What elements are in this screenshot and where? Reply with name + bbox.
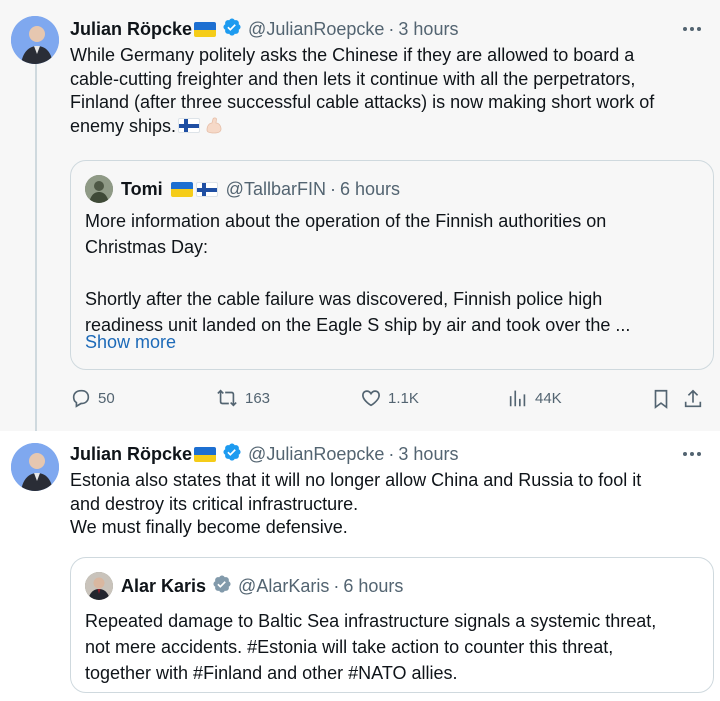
verified-gray-badge-icon [212,574,232,599]
ukraine-flag-icon [194,447,217,462]
repost-button[interactable]: 163 [215,387,270,409]
reply-button[interactable]: 50 [70,387,115,409]
quote-text-line: together with #Finland and other #NATO a… [85,663,458,683]
quote-header: Tomi @TallbarFIN · 6 hours [85,175,400,203]
quote-text-line: Christmas Day: [85,237,209,257]
quote-text-line [85,260,705,286]
repost-count: 163 [245,389,271,407]
action-bar: 50 163 1.1K 44K [70,387,710,413]
quote-text-line: Repeated damage to Baltic Sea infrastruc… [85,611,657,631]
avatar[interactable] [11,443,59,491]
avatar[interactable] [11,16,59,64]
quote-header: Alar Karis @AlarKaris · 6 hours [85,572,403,600]
quote-text-line: Shortly after the cable failure was disc… [85,289,603,309]
tweet-text-line: and destroy its critical infrastructure. [70,493,359,514]
tweet-2[interactable]: Julian Röpcke @JulianRoepcke · 3 hours E… [0,431,720,701]
ukraine-flag-icon [194,22,217,37]
reply-count: 50 [98,389,115,407]
flexed-biceps-icon [204,115,224,142]
quote-author-name: Alar Karis [121,575,207,596]
separator-dot: · [388,444,395,464]
view-count: 44K [535,389,562,407]
tweet-text-line: We must finally become defensive. [70,517,348,537]
verified-badge-icon[interactable] [222,17,242,42]
ukraine-flag-icon [170,181,193,197]
tweet-text: Estonia also states that it will no long… [70,469,710,540]
reply-icon [72,389,90,408]
tweet-text-line: While Germany politely asks the Chinese … [70,45,635,65]
thread-connector-line [35,64,37,431]
tweet-header: Julian Röpcke @JulianRoepcke · 3 hours [70,442,458,467]
bookmark-icon[interactable] [650,387,672,416]
author-handle[interactable]: @JulianRoepcke [248,19,384,40]
quote-author-name: Tomi [121,178,163,199]
more-options-icon[interactable] [680,17,704,41]
quote-text: More information about the operation of … [85,208,705,338]
tweet-text-line: enemy ships. [70,115,177,136]
tweet-header: Julian Röpcke @JulianRoepcke · 3 hours [70,17,458,42]
timestamp[interactable]: 3 hours [398,444,458,465]
quote-text-line: not mere accidents. #Estonia will take a… [85,637,614,657]
author-name[interactable]: Julian Röpcke [70,444,192,465]
tweet-1[interactable]: Julian Röpcke @JulianRoepcke · 3 hours W… [0,0,720,431]
finland-flag-icon [195,181,218,197]
tweet-text-line: cable-cutting freighter and then lets it… [70,68,636,89]
separator-dot: · [333,575,340,596]
author-handle[interactable]: @JulianRoepcke [248,444,384,465]
separator-dot: · [388,19,395,39]
separator-dot: · [329,178,336,199]
like-button[interactable]: 1.1K [360,387,419,409]
quoted-tweet[interactable]: Alar Karis @AlarKaris · 6 hours Repeated… [70,557,714,693]
quote-author-handle: @AlarKaris [238,575,330,596]
tweet-text-line: Finland (after three successful cable at… [70,92,655,112]
analytics-icon [509,390,526,407]
tweet-text-line: Estonia also states that it will no long… [70,470,642,490]
quote-text: Repeated damage to Baltic Sea infrastruc… [85,608,705,686]
repost-icon [217,389,237,407]
heart-icon [362,390,380,407]
quote-avatar [85,572,113,600]
quote-timestamp: 6 hours [343,575,404,596]
quote-timestamp: 6 hours [339,178,401,199]
quote-text-line: readiness unit landed on the Eagle S shi… [85,315,631,335]
author-name[interactable]: Julian Röpcke [70,19,192,40]
show-more-link[interactable]: Show more [85,332,176,353]
timestamp[interactable]: 3 hours [398,19,458,40]
tweet-text: While Germany politely asks the Chinese … [70,44,710,141]
quote-text-line: More information about the operation of … [85,211,607,231]
quote-avatar [85,175,113,203]
share-icon[interactable] [682,387,704,416]
quote-author-handle: @TallbarFIN [225,178,326,199]
views-button[interactable]: 44K [507,387,562,409]
quoted-tweet[interactable]: Tomi @TallbarFIN · 6 hours More informat… [70,160,714,370]
more-options-icon[interactable] [680,442,704,466]
finland-flag-icon [178,117,201,133]
like-count: 1.1K [388,389,419,407]
verified-badge-icon[interactable] [222,442,242,467]
